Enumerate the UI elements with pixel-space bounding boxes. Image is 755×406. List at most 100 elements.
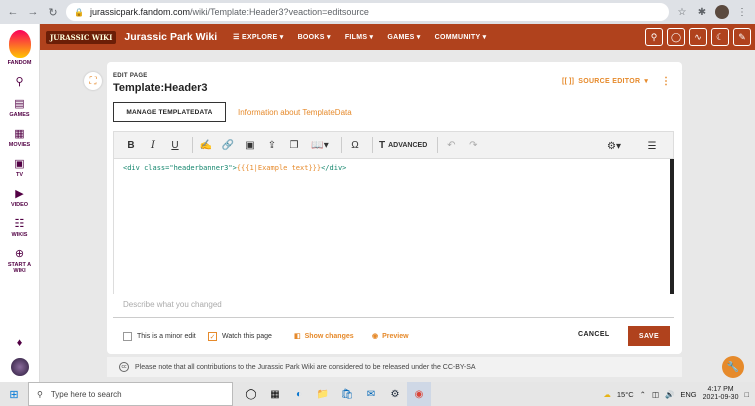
taskbar-search-input[interactable]: ⚲ Type here to search <box>28 382 233 406</box>
collapse-icon[interactable]: ⛶ <box>84 72 102 90</box>
clock-date: 2021-09-30 <box>702 394 739 401</box>
network-icon[interactable]: ◫ <box>652 390 659 399</box>
tray-chevron-up-icon[interactable]: ⌃ <box>640 390 646 399</box>
menu-games-label: GAMES <box>387 34 415 41</box>
undo-icon[interactable]: ↶ <box>442 136 460 154</box>
source-editor-dropdown[interactable]: [[ ]] SOURCE EDITOR ▾ <box>562 77 648 86</box>
rail-search[interactable]: ⚲ <box>13 74 27 88</box>
wiki-menu: ☰ EXPLORE ▾ BOOKS ▾ FILMS ▾ GAMES ▾ COMM… <box>233 33 486 41</box>
wiki-logo[interactable]: JURASSIC WIKI <box>46 30 117 44</box>
plus-icon: ⊕ <box>14 247 25 260</box>
extensions-icon[interactable]: ✱ <box>695 5 709 19</box>
rail-wikis[interactable]: ☷ WIKIS <box>12 216 28 239</box>
profile-avatar[interactable] <box>715 5 729 19</box>
widgets-icon[interactable]: ▦ <box>263 382 287 406</box>
special-characters-icon[interactable]: Ω <box>346 136 364 154</box>
rail-start-wiki[interactable]: ⊕ START A WIKI <box>5 246 35 275</box>
search-icon[interactable]: ⚲ <box>13 74 27 88</box>
search-icon: ⚲ <box>37 389 43 399</box>
minor-edit-checkbox[interactable]: This is a minor edit <box>123 332 196 341</box>
windows-start-icon[interactable]: ⊞ <box>0 382 28 406</box>
rail-games[interactable]: ▤ GAMES <box>9 96 29 119</box>
edit-pencil-icon[interactable]: ✎ <box>733 28 751 46</box>
notifications-icon[interactable]: □ <box>744 390 749 399</box>
settings-gear-icon[interactable]: ⚙▾ <box>603 137 625 155</box>
code-template-param: {{{1|Example text}}} <box>236 164 322 172</box>
user-avatar[interactable] <box>10 358 29 376</box>
more-options-icon[interactable]: ⋮ <box>661 76 671 87</box>
discussions-icon[interactable]: ◯ <box>667 28 685 46</box>
menu-films[interactable]: FILMS ▾ <box>345 33 374 41</box>
source-textarea[interactable]: <div class="headerbanner3">{{{1|Example … <box>113 159 674 294</box>
activity-icon[interactable]: ∿ <box>689 28 707 46</box>
wrench-tools-icon[interactable]: 🔧 <box>722 356 744 378</box>
menu-books[interactable]: BOOKS ▾ <box>298 33 331 41</box>
toolbar-divider <box>372 137 373 153</box>
hamburger-menu-icon[interactable]: ☰ <box>643 137 661 155</box>
gallery-icon[interactable]: ❐ <box>285 136 303 154</box>
file-explorer-icon[interactable]: 📁 <box>311 382 335 406</box>
rail-tv[interactable]: ▣ TV <box>13 156 27 179</box>
templatedata-info-link[interactable]: Information about TemplateData <box>238 108 352 117</box>
cancel-button[interactable]: CANCEL <box>578 331 610 338</box>
edge-icon[interactable]: ◐ <box>287 382 311 406</box>
mail-icon[interactable]: ✉ <box>359 382 383 406</box>
language-indicator[interactable]: ENG <box>680 390 696 399</box>
minor-edit-box[interactable] <box>123 332 132 341</box>
system-tray: ☁ 15°C ⌃ ◫ 🔊 ENG 4:17 PM 2021-09-30 □ <box>603 382 749 406</box>
manage-templatedata-button[interactable]: MANAGE TEMPLATEDATA <box>113 102 226 122</box>
code-tag-close: </div> <box>321 164 347 172</box>
chrome-icon[interactable]: ◉ <box>407 382 431 406</box>
signature-icon[interactable]: ✍ <box>197 136 215 154</box>
save-button[interactable]: SAVE <box>628 326 670 346</box>
advanced-button[interactable]: T ADVANCED <box>379 140 427 151</box>
menu-books-label: BOOKS <box>297 34 325 41</box>
video-icon: ▶ <box>15 187 24 200</box>
preview-label: Preview <box>382 332 409 340</box>
watch-page-checkbox[interactable]: ✓ Watch this page <box>208 332 272 341</box>
checkmark-icon[interactable]: ✓ <box>208 332 217 341</box>
minor-edit-label: This is a minor edit <box>137 333 196 340</box>
notification-bell-icon[interactable]: ♦ <box>13 336 27 350</box>
license-notice: cc Please note that all contributions to… <box>107 357 682 377</box>
clock[interactable]: 4:17 PM 2021-09-30 <box>703 386 739 403</box>
underline-icon[interactable]: U <box>166 136 184 154</box>
fandom-logo-icon[interactable] <box>8 30 31 58</box>
rail-label-start-wiki: START A WIKI <box>7 262 32 275</box>
theme-moon-icon[interactable]: ☾ <box>711 28 729 46</box>
url-path: /wiki/Template:Header3?veaction=editsour… <box>190 7 369 17</box>
back-icon[interactable]: ← <box>6 5 20 19</box>
image-icon[interactable]: ▣ <box>241 136 259 154</box>
preview-button[interactable]: ◉ Preview <box>372 332 409 341</box>
link-icon[interactable]: 🔗 <box>219 136 237 154</box>
steam-icon[interactable]: ⚙ <box>383 382 407 406</box>
store-icon[interactable]: 🛍 <box>335 382 359 406</box>
weather-icon[interactable]: ☁ <box>603 390 611 399</box>
menu-explore[interactable]: ☰ EXPLORE ▾ <box>233 33 283 41</box>
rail-video[interactable]: ▶ VIDEO <box>11 186 28 209</box>
edit-summary-input[interactable]: Describe what you changed <box>113 300 674 318</box>
search-icon[interactable]: ⚲ <box>645 28 663 46</box>
menu-dots-icon[interactable]: ⋮ <box>735 5 749 19</box>
upload-icon[interactable]: ⇪ <box>263 136 281 154</box>
advanced-label: ADVANCED <box>388 141 428 149</box>
star-icon[interactable]: ☆ <box>675 5 689 19</box>
bold-icon[interactable]: B <box>122 136 140 154</box>
editor-toolbar: B I U ✍ 🔗 ▣ ⇪ ❐ 📖▾ Ω T ADVANCED ↶ ↷ ⚙▾ ☰ <box>113 131 674 159</box>
redo-icon[interactable]: ↷ <box>464 136 482 154</box>
volume-icon[interactable]: 🔊 <box>665 390 674 399</box>
italic-icon[interactable]: I <box>144 136 162 154</box>
rail-movies[interactable]: ▦ MOVIES <box>9 126 30 149</box>
show-changes-button[interactable]: ◧ Show changes <box>294 332 354 341</box>
reload-icon[interactable]: ↻ <box>46 5 60 19</box>
temperature[interactable]: 15°C <box>617 390 634 399</box>
task-view-icon[interactable]: ◯ <box>239 382 263 406</box>
insert-book-icon[interactable]: 📖▾ <box>307 136 333 154</box>
wiki-name[interactable]: Jurassic Park Wiki <box>124 31 217 43</box>
menu-community[interactable]: COMMUNITY ▾ <box>435 33 487 41</box>
movies-icon: ▦ <box>14 127 25 140</box>
code-line: <div class="headerbanner3">{{{1|Example … <box>123 164 346 172</box>
address-bar[interactable]: 🔒 jurassicpark.fandom.com/wiki/Template:… <box>66 3 669 21</box>
menu-games[interactable]: GAMES ▾ <box>387 33 420 41</box>
forward-icon[interactable]: → <box>26 5 40 19</box>
